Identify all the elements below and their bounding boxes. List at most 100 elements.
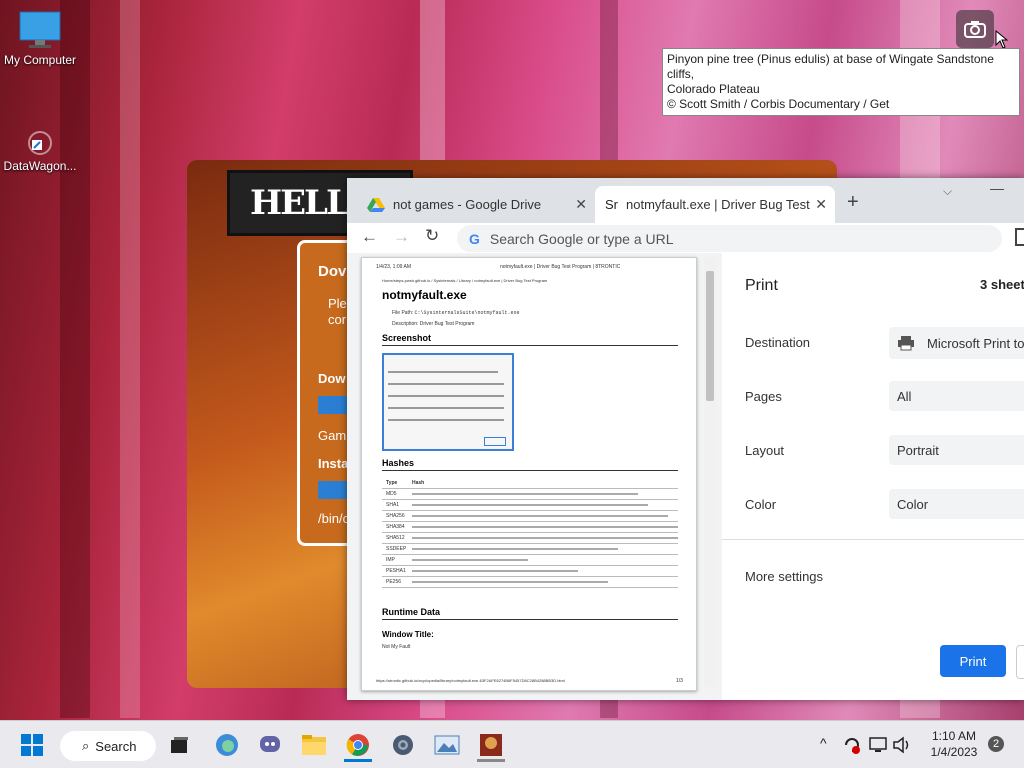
tray-volume-icon[interactable] [888, 731, 916, 759]
minimize-button[interactable]: — [990, 180, 1004, 196]
taskbar-teams[interactable] [256, 731, 284, 759]
dialog-text: /bin/c [318, 511, 350, 526]
clock[interactable]: 1:10 AM 1/4/2023 [920, 728, 988, 760]
description: Description: Driver Bug Test Program [392, 321, 475, 327]
layout-label: Layout [745, 443, 785, 458]
task-view-button[interactable] [166, 731, 194, 759]
hash-type-cell: PE256 [386, 579, 402, 585]
taskbar: ⌕ Search ^ 1:10 AM 1/4/2023 2 [0, 720, 1024, 768]
taskbar-chrome[interactable] [344, 731, 372, 762]
hash-type-cell: SSDEEP [386, 546, 407, 552]
color-label: Color [745, 497, 777, 512]
file-path-label: File Path: [392, 310, 414, 316]
print-preview-area: 1/4/23, 1:09 AM notmyfault.exe | Driver … [347, 253, 722, 700]
dialog-text: Ple [328, 296, 347, 311]
page-breadcrumb: Home/steps-pwsh.github.io / Sysinternals… [382, 278, 548, 283]
hash-type-cell: SHA256 [386, 513, 405, 519]
hash-row: SHA256 [382, 511, 678, 522]
printer-icon [898, 336, 914, 351]
dialog-heading: Dov [318, 263, 347, 280]
show-hidden-icons-button[interactable]: ^ [820, 735, 827, 751]
tray-sync-icon[interactable] [838, 731, 866, 759]
start-button[interactable] [18, 731, 46, 759]
desktop-icon-my-computer[interactable]: My Computer [0, 10, 80, 67]
hashes-heading: Hashes [382, 458, 678, 471]
hash-row: SHA384 [382, 522, 678, 533]
omnibox-placeholder: Search Google or type a URL [489, 230, 674, 247]
destination-value: Microsoft Print to [927, 335, 1024, 351]
spotlight-camera-button[interactable] [956, 10, 994, 48]
tab-notmyfault[interactable]: Sr notmyfault.exe | Driver Bug Test ✕ [595, 186, 835, 223]
scrollbar-thumb[interactable] [706, 271, 714, 401]
photos-icon [434, 735, 460, 755]
camera-icon [964, 21, 986, 38]
tooltip-line: Colorado Plateau [667, 82, 760, 96]
taskbar-file-explorer[interactable] [300, 731, 328, 759]
tooltip-line: Pinyon pine tree (Pinus edulis) at base … [667, 52, 994, 81]
taskbar-photos[interactable] [433, 731, 461, 759]
print-button[interactable]: Print [940, 645, 1006, 677]
reload-button[interactable]: ↻ [425, 226, 439, 246]
wallpaper-streak [120, 0, 140, 718]
hash-row: SHA1 [382, 500, 678, 511]
taskbar-settings[interactable] [389, 731, 417, 759]
print-settings-panel: Print 3 sheets Destination Microsoft Pri… [722, 253, 1024, 700]
page-header-center: notmyfault.exe | Driver Bug Test Program… [500, 264, 621, 270]
wallpaper-streak [60, 0, 90, 718]
cancel-button[interactable] [1016, 645, 1024, 679]
side-panel-icon[interactable] [1015, 228, 1024, 246]
color-select[interactable]: Color [889, 489, 1024, 519]
hash-type-cell: SHA384 [386, 524, 405, 530]
notification-badge[interactable]: 2 [988, 736, 1004, 752]
desktop-icon-datawagon[interactable]: DataWagon... [0, 130, 80, 173]
hash-header-row: Type Hash [382, 478, 678, 489]
destination-select[interactable]: Microsoft Print to [889, 327, 1024, 359]
omnibox[interactable]: G Search Google or type a URL [457, 225, 1002, 252]
taskbar-search[interactable]: ⌕ Search [60, 731, 156, 761]
game-app-icon [480, 734, 502, 756]
pages-value: All [897, 388, 912, 404]
google-g-icon: G [469, 230, 480, 247]
more-settings-toggle[interactable]: More settings [745, 569, 823, 584]
chrome-window[interactable]: not games - Google Drive ✕ Sr notmyfault… [347, 178, 1024, 700]
tab-bar: not games - Google Drive ✕ Sr notmyfault… [347, 178, 1024, 223]
sheet-count: 3 sheets [980, 277, 1024, 292]
edge-icon [216, 734, 238, 756]
page-header-left: 1/4/23, 1:09 AM [376, 264, 412, 270]
tab-label: not games - Google Drive [393, 197, 542, 212]
search-icon: ⌕ [82, 738, 90, 753]
tab-search-button[interactable]: ⌵ [943, 184, 952, 199]
spotlight-tooltip: Pinyon pine tree (Pinus edulis) at base … [662, 48, 1020, 116]
sysinternals-icon: Sr [605, 197, 618, 212]
network-icon [869, 737, 887, 752]
forward-button[interactable]: → [393, 227, 410, 247]
folder-icon [302, 735, 326, 755]
layout-select[interactable]: Portrait [889, 435, 1024, 465]
taskbar-game[interactable] [477, 731, 505, 762]
install-button[interactable] [318, 481, 348, 499]
tab-close-icon[interactable]: ✕ [575, 196, 587, 213]
hash-type-cell: SHA1 [386, 502, 400, 508]
tab-google-drive[interactable]: not games - Google Drive ✕ [357, 186, 595, 223]
pages-select[interactable]: All [889, 381, 1024, 411]
download-button[interactable] [318, 396, 348, 414]
print-title: Print [745, 277, 778, 294]
back-button[interactable]: ← [361, 227, 378, 247]
clock-time: 1:10 AM [931, 729, 977, 743]
tab-close-icon[interactable]: ✕ [815, 196, 827, 213]
teams-chat-icon [260, 736, 280, 752]
hash-row: PE256 [382, 577, 678, 588]
hash-type-cell: SHA512 [386, 535, 405, 541]
file-path-row: File Path: C:\SysinternalsSuite\notmyfau… [392, 310, 520, 316]
layout-value: Portrait [897, 442, 939, 458]
new-tab-button[interactable]: + [847, 191, 859, 214]
speaker-icon [893, 736, 909, 754]
hash-row: SHA512 [382, 533, 678, 544]
windows-icon [21, 734, 43, 756]
hash-type-cell: PESHA1 [386, 568, 406, 574]
dialog-text: Dow [318, 371, 346, 386]
gear-icon [393, 735, 413, 755]
taskbar-edge[interactable] [213, 731, 241, 759]
preview-scrollbar[interactable] [704, 257, 716, 687]
page-footer-number: 1/3 [676, 678, 683, 684]
